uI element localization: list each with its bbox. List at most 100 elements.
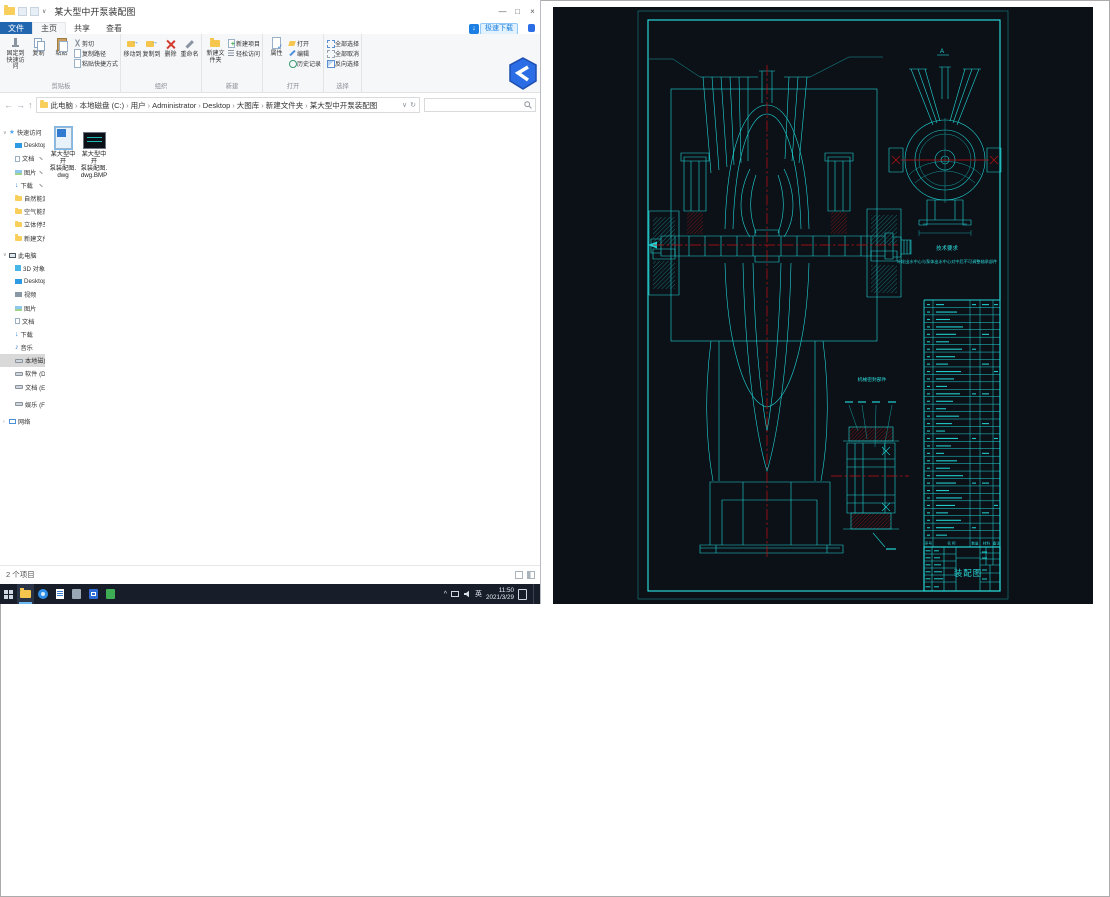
refresh-icon[interactable]: ↻	[410, 101, 416, 109]
display-icon[interactable]	[451, 591, 459, 597]
paste-shortcut-button[interactable]: 粘贴快捷方式	[73, 58, 118, 68]
tab-file[interactable]: 文件	[0, 22, 32, 34]
close-button[interactable]: ×	[525, 1, 540, 21]
qat-button-icon[interactable]	[18, 7, 27, 16]
navigation-pane: ∨★快速访问Desktop文档图片↓下载自然能源动力机组图纸空气能热水器CAD图…	[0, 118, 45, 566]
up-button[interactable]: ↑	[28, 100, 33, 110]
invert-selection-button[interactable]: 反向选择	[326, 58, 359, 68]
show-desktop-button[interactable]	[533, 584, 537, 604]
select-all-button[interactable]: 全部选择	[326, 38, 359, 48]
details-view-icon[interactable]	[515, 571, 523, 579]
forward-button[interactable]: →	[16, 100, 25, 110]
address-dropdown-icon[interactable]: ∨	[402, 101, 407, 109]
breadcrumb-separator: ›	[198, 101, 201, 110]
edit-button[interactable]: 编辑	[288, 48, 321, 58]
rename-button[interactable]: 重命名	[180, 35, 199, 59]
cad-viewer-logo-icon[interactable]	[508, 57, 538, 90]
input-language-indicator[interactable]: 英	[475, 589, 482, 599]
tab-view[interactable]: 查看	[98, 22, 130, 34]
minimize-button[interactable]: —	[495, 1, 510, 21]
star-icon: ★	[9, 130, 15, 136]
volume-icon[interactable]	[463, 590, 471, 598]
breadcrumb[interactable]: 此电脑›本地磁盘 (C:)›用户›Administrator›Desktop›大…	[36, 97, 421, 113]
ribbon-group-organize: 移动到 复制到 删除 重命名 组织	[121, 34, 202, 92]
breadcrumb-separator: ›	[126, 101, 129, 110]
sidebar-item-folder[interactable]: 新建文件夹	[0, 232, 45, 245]
taskbar-browser-button[interactable]	[34, 584, 51, 604]
tab-home[interactable]: 主页	[32, 22, 66, 34]
history-button[interactable]: 历史记录	[288, 58, 321, 68]
cut-button[interactable]: 剪切	[73, 38, 118, 48]
sidebar-item-downloads[interactable]: ↓下载	[0, 179, 45, 192]
search-input[interactable]	[424, 98, 536, 112]
sidebar-item-folder[interactable]: 空气能热水器CAD图纸	[0, 205, 45, 218]
start-button[interactable]	[0, 584, 17, 604]
sidebar-item-drive[interactable]: 本地磁盘 (C:)	[0, 354, 45, 367]
taskbar-clock[interactable]: 11:502021/3/29	[486, 587, 514, 602]
sidebar-item-documents[interactable]: 文档	[0, 152, 45, 165]
new-folder-icon	[209, 37, 222, 50]
properties-button[interactable]: 属性	[265, 35, 288, 58]
cad-canvas[interactable]: A 技术要求 叶轮出水中心与泵体出水中心对中后不可调整轴承部件 机	[553, 7, 1093, 604]
breadcrumb-item[interactable]: 大图库	[237, 100, 260, 111]
pin-icon	[39, 157, 43, 161]
breadcrumb-item[interactable]: 新建文件夹	[266, 100, 304, 111]
new-folder-button[interactable]: 新建文件夹	[204, 35, 227, 64]
folder-icon	[15, 222, 22, 227]
pin-icon	[9, 37, 22, 50]
copy-to-button[interactable]: 复制到	[142, 35, 161, 59]
easy-access-button[interactable]: 轻松访问	[227, 48, 260, 58]
breadcrumb-item[interactable]: 某大型中开泵装配图	[310, 100, 378, 111]
sidebar-item-3d[interactable]: 3D 对象	[0, 262, 45, 275]
file-item-bmp[interactable]: 某大型中开泵装配图.dwg.BMP	[80, 122, 108, 179]
breadcrumb-item[interactable]: Administrator	[152, 101, 196, 110]
sidebar-item-drive[interactable]: 娱乐 (F:)	[0, 398, 45, 411]
taskbar-blue-app-button[interactable]	[85, 584, 102, 604]
ime-icon[interactable]	[518, 589, 527, 600]
pin-to-quick-access-button[interactable]: 固定到快速访问	[4, 35, 27, 71]
sidebar-item-music[interactable]: ♪音乐	[0, 341, 45, 354]
sidebar-item-folder[interactable]: 自然能源动力机组图纸	[0, 192, 45, 205]
breadcrumb-item[interactable]: 本地磁盘 (C:)	[80, 100, 125, 111]
taskbar-green-app-button[interactable]	[102, 584, 119, 604]
taskbar-explorer-button[interactable]	[17, 584, 34, 604]
sidebar-quick-access[interactable]: ∨★快速访问	[0, 126, 45, 139]
large-icons-view-icon[interactable]	[527, 571, 535, 579]
screenshot-page: ∨ 某大型中开泵装配图 — □ × 文件 主页 共享 查看 ↓ 极速下载	[0, 0, 1110, 897]
sidebar-item-drive[interactable]: 文档 (E:)	[0, 381, 45, 394]
open-button[interactable]: 打开	[288, 38, 321, 48]
sidebar-item-desktop[interactable]: Desktop	[0, 139, 45, 152]
copy-button[interactable]: 复制	[27, 35, 50, 58]
taskbar-gray-app-button[interactable]	[68, 584, 85, 604]
qat-button2-icon[interactable]	[30, 7, 39, 16]
select-none-button[interactable]: 全部取消	[326, 48, 359, 58]
maximize-button[interactable]: □	[510, 1, 525, 21]
paste-button[interactable]: 粘贴	[50, 35, 73, 58]
sidebar-item-desktop[interactable]: Desktop	[0, 275, 45, 288]
sidebar-item-documents[interactable]: 文档	[0, 315, 45, 328]
corner-badge-icon[interactable]	[528, 24, 535, 32]
sidebar-item-downloads[interactable]: ↓下载	[0, 328, 45, 341]
sidebar-item-drive[interactable]: 软件 (D:)	[0, 367, 45, 380]
breadcrumb-item[interactable]: Desktop	[203, 101, 231, 110]
breadcrumb-item[interactable]: 用户	[131, 100, 146, 111]
breadcrumb-item[interactable]: 此电脑	[51, 100, 74, 111]
quick-access-toolbar[interactable]: ∨	[0, 7, 50, 16]
sidebar-item-pictures[interactable]: 图片	[0, 166, 45, 179]
sidebar-network[interactable]: ›网络	[0, 415, 45, 428]
copy-path-button[interactable]: 复制路径	[73, 48, 118, 58]
file-item-dwg[interactable]: 某大型中开泵装配图.dwg	[49, 122, 77, 179]
tab-share[interactable]: 共享	[66, 22, 98, 34]
sidebar-item-folder[interactable]: 立体停车库图纸	[0, 218, 45, 231]
sidebar-this-pc[interactable]: ∨此电脑	[0, 249, 45, 262]
tray-expand-icon[interactable]: ^	[444, 591, 447, 598]
delete-button[interactable]: 删除	[161, 35, 180, 59]
qat-customize-icon[interactable]: ∨	[42, 8, 46, 15]
sidebar-item-pictures[interactable]: 图片	[0, 301, 45, 314]
back-button[interactable]: ←	[4, 100, 13, 110]
new-item-button[interactable]: 新建项目	[227, 38, 260, 48]
promo-banner[interactable]: ↓ 极速下载	[469, 23, 518, 34]
move-to-button[interactable]: 移动到	[123, 35, 142, 59]
sidebar-item-videos[interactable]: 视频	[0, 288, 45, 301]
taskbar-document-app-button[interactable]	[51, 584, 68, 604]
